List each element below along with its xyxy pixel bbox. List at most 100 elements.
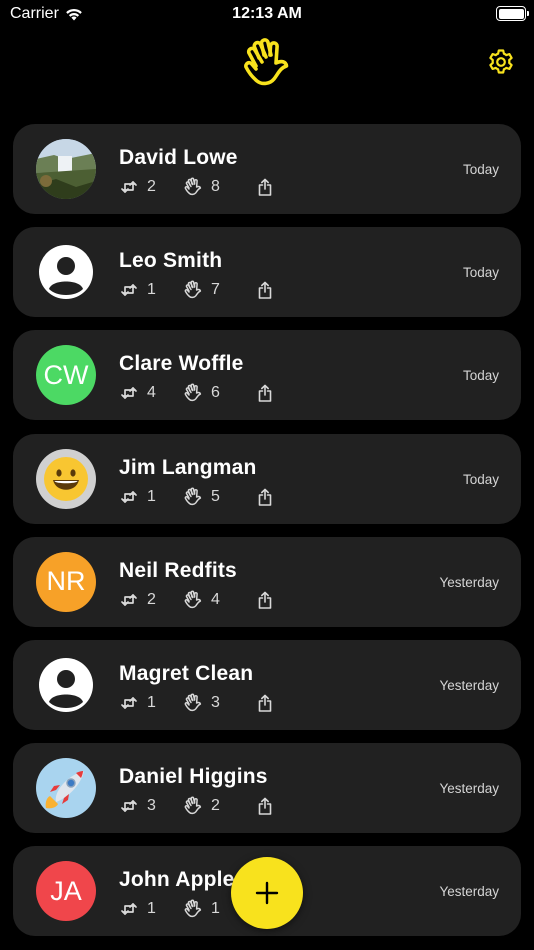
wave-count: 3 bbox=[211, 693, 220, 711]
avatar bbox=[36, 655, 96, 715]
share-icon[interactable] bbox=[255, 280, 275, 300]
rocket-emoji bbox=[45, 771, 84, 809]
contact-stats: 2 4 bbox=[119, 589, 275, 611]
contact-list: David Lowe 2 8 Today Leo Smith 1 7 Today… bbox=[13, 124, 521, 950]
repost-stat[interactable]: 1 bbox=[119, 487, 183, 507]
wave-stat[interactable]: 3 bbox=[183, 693, 255, 713]
wave-count: 8 bbox=[211, 178, 220, 195]
contact-stats: 1 3 bbox=[119, 692, 275, 714]
share-icon[interactable] bbox=[255, 177, 275, 197]
contact-card[interactable]: David Lowe 2 8 Today bbox=[13, 124, 521, 214]
contact-stats: 1 7 bbox=[119, 279, 275, 301]
repost-count: 1 bbox=[147, 900, 156, 918]
plus-icon bbox=[255, 881, 279, 905]
contact-date: Today bbox=[462, 162, 499, 177]
waterfall-photo bbox=[36, 139, 96, 199]
share-icon[interactable] bbox=[255, 383, 275, 403]
avatar: CW bbox=[36, 345, 96, 406]
contact-name: David Lowe bbox=[119, 146, 238, 169]
avatar-initials: NR bbox=[46, 566, 86, 597]
contact-date: Today bbox=[462, 471, 499, 487]
contact-stats: 2 8 bbox=[119, 176, 275, 198]
repost-stat[interactable]: 1 bbox=[119, 693, 183, 713]
repost-stat[interactable]: 3 bbox=[119, 796, 183, 816]
contact-name: Leo Smith bbox=[119, 249, 223, 273]
repost-stat[interactable]: 2 bbox=[119, 590, 183, 610]
repost-icon bbox=[121, 593, 137, 606]
wave-stat[interactable]: 7 bbox=[183, 280, 255, 300]
avatar bbox=[36, 448, 96, 509]
repost-count: 2 bbox=[147, 590, 156, 608]
wave-count: 5 bbox=[211, 487, 220, 505]
wave-stat[interactable]: 4 bbox=[183, 590, 255, 610]
contact-name: Clare Woffle bbox=[119, 352, 244, 376]
status-bar: Carrier 12:13 AM bbox=[0, 0, 534, 30]
repost-count: 2 bbox=[147, 178, 156, 195]
repost-icon bbox=[121, 387, 137, 400]
wave-stat[interactable]: 8 bbox=[183, 177, 255, 197]
wave-stat[interactable]: 5 bbox=[183, 487, 255, 507]
contact-card[interactable]: NR Neil Redfits 2 4 Yesterday bbox=[13, 536, 521, 627]
contact-name: Jim Langman bbox=[119, 455, 257, 479]
wave-count: 6 bbox=[211, 384, 220, 402]
wave-icon bbox=[184, 693, 202, 712]
user-placeholder-icon bbox=[39, 245, 93, 300]
contact-date: Today bbox=[462, 368, 499, 384]
contact-name: John Apple bbox=[119, 868, 235, 892]
repost-count: 1 bbox=[147, 693, 156, 711]
contact-card[interactable]: Daniel Higgins 3 2 Yesterday bbox=[13, 743, 521, 834]
share-icon[interactable] bbox=[255, 796, 275, 816]
repost-stat[interactable]: 2 bbox=[119, 177, 183, 197]
avatar: NR bbox=[36, 551, 96, 612]
share-icon[interactable] bbox=[255, 693, 275, 713]
share-icon[interactable] bbox=[255, 487, 275, 507]
avatar: JA bbox=[36, 861, 96, 922]
clock: 12:13 AM bbox=[232, 5, 302, 22]
contact-name: Neil Redfits bbox=[119, 558, 237, 582]
wave-icon bbox=[184, 796, 202, 815]
wave-count: 7 bbox=[211, 281, 220, 299]
repost-icon bbox=[121, 903, 137, 916]
repost-count: 3 bbox=[147, 797, 156, 815]
add-button[interactable] bbox=[231, 857, 303, 929]
repost-icon bbox=[121, 181, 137, 193]
contact-date: Yesterday bbox=[439, 574, 499, 590]
wave-icon bbox=[184, 899, 202, 918]
wave-icon bbox=[184, 383, 202, 402]
contact-stats: 3 2 bbox=[119, 795, 275, 817]
repost-icon bbox=[121, 800, 137, 812]
repost-icon bbox=[121, 697, 137, 709]
contact-card[interactable]: Magret Clean 1 3 Yesterday bbox=[13, 639, 521, 730]
avatar bbox=[36, 139, 96, 199]
contact-date: Yesterday bbox=[439, 677, 499, 693]
avatar-initials: CW bbox=[43, 359, 89, 390]
contact-card[interactable]: CW Clare Woffle 4 6 Today bbox=[13, 330, 521, 421]
contact-card[interactable]: Leo Smith 1 7 Today bbox=[13, 227, 521, 318]
waving-hand-icon bbox=[244, 38, 289, 86]
repost-count: 1 bbox=[147, 487, 156, 505]
avatar bbox=[36, 242, 96, 302]
wave-icon bbox=[184, 487, 202, 505]
avatar-initials: JA bbox=[50, 875, 82, 906]
wave-icon bbox=[184, 177, 202, 196]
wave-icon bbox=[184, 590, 202, 608]
wave-stat[interactable]: 2 bbox=[183, 796, 255, 816]
contact-name: Daniel Higgins bbox=[119, 765, 268, 789]
contact-date: Yesterday bbox=[439, 781, 499, 797]
repost-count: 4 bbox=[147, 384, 156, 402]
repost-count: 1 bbox=[147, 281, 156, 299]
repost-stat[interactable]: 1 bbox=[119, 280, 183, 300]
user-placeholder-icon bbox=[39, 657, 93, 712]
wave-count: 1 bbox=[211, 900, 220, 918]
share-icon[interactable] bbox=[255, 590, 275, 610]
contact-card[interactable]: Jim Langman 1 5 Today bbox=[13, 433, 521, 524]
repost-stat[interactable]: 1 bbox=[119, 899, 183, 919]
contact-date: Yesterday bbox=[439, 884, 499, 900]
repost-icon bbox=[121, 284, 137, 297]
gear-icon[interactable] bbox=[486, 47, 516, 77]
contact-name: Magret Clean bbox=[119, 661, 254, 685]
contact-stats: 1 5 bbox=[119, 486, 275, 508]
avatar bbox=[36, 758, 96, 819]
wave-stat[interactable]: 6 bbox=[183, 383, 255, 403]
repost-stat[interactable]: 4 bbox=[119, 383, 183, 403]
